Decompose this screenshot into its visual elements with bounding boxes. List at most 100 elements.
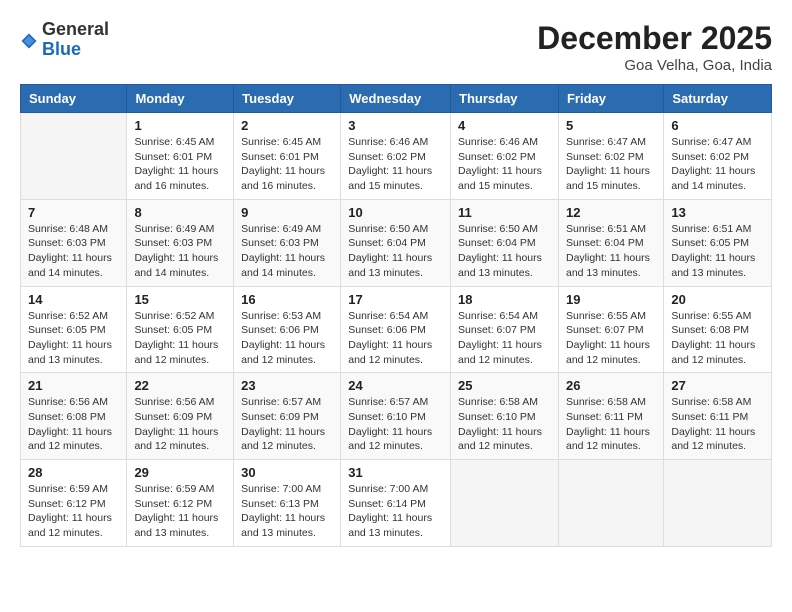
- calendar-cell: 30Sunrise: 7:00 AMSunset: 6:13 PMDayligh…: [234, 460, 341, 547]
- day-number: 4: [458, 118, 551, 133]
- location-subtitle: Goa Velha, Goa, India: [537, 57, 772, 74]
- day-number: 31: [348, 465, 443, 480]
- title-block: December 2025 Goa Velha, Goa, India: [537, 20, 772, 74]
- day-info: Sunrise: 6:54 AMSunset: 6:06 PMDaylight:…: [348, 309, 443, 368]
- day-info: Sunrise: 6:50 AMSunset: 6:04 PMDaylight:…: [458, 222, 551, 281]
- col-saturday: Saturday: [664, 85, 772, 113]
- day-number: 27: [671, 378, 764, 393]
- day-info: Sunrise: 6:58 AMSunset: 6:11 PMDaylight:…: [566, 395, 656, 454]
- calendar-cell: 20 Sunrise: 6:55 AMSunset: 6:08 PMDayligh…: [664, 286, 772, 373]
- calendar-cell: 10 Sunrise: 6:50 AMSunset: 6:04 PMDayligh…: [341, 199, 451, 286]
- day-info: Sunrise: 6:55 AMSunset: 6:08 PMDaylight:…: [671, 309, 764, 368]
- day-number: 6: [671, 118, 764, 133]
- day-info: Sunrise: 6:46 AMSunset: 6:02 PMDaylight:…: [458, 135, 551, 194]
- page-header: General Blue December 2025 Goa Velha, Go…: [20, 20, 772, 74]
- calendar-cell: 18 Sunrise: 6:54 AMSunset: 6:07 PMDayligh…: [451, 286, 559, 373]
- calendar-cell: [558, 460, 663, 547]
- month-title: December 2025: [537, 20, 772, 57]
- calendar-cell: 7 Sunrise: 6:48 AMSunset: 6:03 PMDaylight…: [21, 199, 127, 286]
- day-info: Sunrise: 6:47 AMSunset: 6:02 PMDaylight:…: [566, 135, 656, 194]
- day-number: 28: [28, 465, 119, 480]
- calendar-cell: 1 Sunrise: 6:45 AMSunset: 6:01 PMDaylight…: [127, 113, 234, 200]
- calendar-week-5: 28 Sunrise: 6:59 AMSunset: 6:12 PMDayligh…: [21, 460, 772, 547]
- day-number: 9: [241, 205, 333, 220]
- calendar-cell: 21Sunrise: 6:56 AMSunset: 6:08 PMDayligh…: [21, 373, 127, 460]
- day-info: Sunrise: 6:57 AMSunset: 6:09 PMDaylight:…: [241, 395, 333, 454]
- col-sunday: Sunday: [21, 85, 127, 113]
- day-info: Sunrise: 6:46 AMSunset: 6:02 PMDaylight:…: [348, 135, 443, 194]
- calendar-cell: [664, 460, 772, 547]
- day-number: 25: [458, 378, 551, 393]
- calendar-week-2: 7 Sunrise: 6:48 AMSunset: 6:03 PMDaylight…: [21, 199, 772, 286]
- day-number: 8: [134, 205, 226, 220]
- calendar-cell: 29Sunrise: 6:59 AMSunset: 6:12 PMDayligh…: [127, 460, 234, 547]
- day-info: Sunrise: 6:59 AMSunset: 6:12 PMDaylight:…: [28, 482, 119, 541]
- calendar-table: Sunday Monday Tuesday Wednesday Thursday…: [20, 84, 772, 547]
- day-info: Sunrise: 6:49 AMSunset: 6:03 PMDaylight:…: [134, 222, 226, 281]
- logo-blue-text: Blue: [42, 40, 109, 60]
- calendar-cell: 15Sunrise: 6:52 AMSunset: 6:05 PMDayligh…: [127, 286, 234, 373]
- day-info: Sunrise: 6:55 AMSunset: 6:07 PMDaylight:…: [566, 309, 656, 368]
- calendar-cell: 24Sunrise: 6:57 AMSunset: 6:10 PMDayligh…: [341, 373, 451, 460]
- day-info: Sunrise: 6:53 AMSunset: 6:06 PMDaylight:…: [241, 309, 333, 368]
- day-info: Sunrise: 6:51 AMSunset: 6:05 PMDaylight:…: [671, 222, 764, 281]
- day-info: Sunrise: 6:58 AMSunset: 6:10 PMDaylight:…: [458, 395, 551, 454]
- day-info: Sunrise: 6:54 AMSunset: 6:07 PMDaylight:…: [458, 309, 551, 368]
- day-info: Sunrise: 6:48 AMSunset: 6:03 PMDaylight:…: [28, 222, 119, 281]
- calendar-cell: [21, 113, 127, 200]
- day-number: 10: [348, 205, 443, 220]
- day-number: 3: [348, 118, 443, 133]
- day-number: 7: [28, 205, 119, 220]
- calendar-cell: 13 Sunrise: 6:51 AMSunset: 6:05 PMDayligh…: [664, 199, 772, 286]
- day-number: 21: [28, 378, 119, 393]
- day-info: Sunrise: 6:56 AMSunset: 6:09 PMDaylight:…: [134, 395, 226, 454]
- day-number: 13: [671, 205, 764, 220]
- day-number: 29: [134, 465, 226, 480]
- day-number: 18: [458, 292, 551, 307]
- logo-general-text: General: [42, 20, 109, 40]
- day-info: Sunrise: 6:45 AMSunset: 6:01 PMDaylight:…: [134, 135, 226, 194]
- calendar-week-3: 14Sunrise: 6:52 AMSunset: 6:05 PMDayligh…: [21, 286, 772, 373]
- day-number: 30: [241, 465, 333, 480]
- col-monday: Monday: [127, 85, 234, 113]
- day-number: 17: [348, 292, 443, 307]
- day-number: 20: [671, 292, 764, 307]
- calendar-cell: 8 Sunrise: 6:49 AMSunset: 6:03 PMDaylight…: [127, 199, 234, 286]
- day-number: 26: [566, 378, 656, 393]
- logo: General Blue: [20, 20, 109, 60]
- day-info: Sunrise: 6:50 AMSunset: 6:04 PMDaylight:…: [348, 222, 443, 281]
- calendar-cell: 25 Sunrise: 6:58 AMSunset: 6:10 PMDayligh…: [451, 373, 559, 460]
- calendar-cell: 22 Sunrise: 6:56 AMSunset: 6:09 PMDayligh…: [127, 373, 234, 460]
- col-wednesday: Wednesday: [341, 85, 451, 113]
- day-info: Sunrise: 7:00 AMSunset: 6:14 PMDaylight:…: [348, 482, 443, 541]
- day-info: Sunrise: 6:45 AMSunset: 6:01 PMDaylight:…: [241, 135, 333, 194]
- day-info: Sunrise: 6:47 AMSunset: 6:02 PMDaylight:…: [671, 135, 764, 194]
- calendar-cell: 12 Sunrise: 6:51 AMSunset: 6:04 PMDayligh…: [558, 199, 663, 286]
- calendar-cell: 2Sunrise: 6:45 AMSunset: 6:01 PMDaylight…: [234, 113, 341, 200]
- day-number: 12: [566, 205, 656, 220]
- day-number: 15: [134, 292, 226, 307]
- calendar-cell: 11 Sunrise: 6:50 AMSunset: 6:04 PMDayligh…: [451, 199, 559, 286]
- day-number: 11: [458, 205, 551, 220]
- calendar-cell: 3 Sunrise: 6:46 AMSunset: 6:02 PMDaylight…: [341, 113, 451, 200]
- day-number: 1: [134, 118, 226, 133]
- calendar-cell: 19 Sunrise: 6:55 AMSunset: 6:07 PMDayligh…: [558, 286, 663, 373]
- day-number: 14: [28, 292, 119, 307]
- calendar-cell: 5Sunrise: 6:47 AMSunset: 6:02 PMDaylight…: [558, 113, 663, 200]
- day-info: Sunrise: 6:51 AMSunset: 6:04 PMDaylight:…: [566, 222, 656, 281]
- col-thursday: Thursday: [451, 85, 559, 113]
- calendar-cell: 9 Sunrise: 6:49 AMSunset: 6:03 PMDaylight…: [234, 199, 341, 286]
- calendar-cell: [451, 460, 559, 547]
- col-friday: Friday: [558, 85, 663, 113]
- day-number: 22: [134, 378, 226, 393]
- day-info: Sunrise: 6:49 AMSunset: 6:03 PMDaylight:…: [241, 222, 333, 281]
- calendar-cell: 31 Sunrise: 7:00 AMSunset: 6:14 PMDayligh…: [341, 460, 451, 547]
- calendar-cell: 6 Sunrise: 6:47 AMSunset: 6:02 PMDaylight…: [664, 113, 772, 200]
- day-number: 23: [241, 378, 333, 393]
- day-info: Sunrise: 6:57 AMSunset: 6:10 PMDaylight:…: [348, 395, 443, 454]
- calendar-week-1: 1 Sunrise: 6:45 AMSunset: 6:01 PMDaylight…: [21, 113, 772, 200]
- day-number: 19: [566, 292, 656, 307]
- calendar-cell: 26 Sunrise: 6:58 AMSunset: 6:11 PMDayligh…: [558, 373, 663, 460]
- calendar-header-row: Sunday Monday Tuesday Wednesday Thursday…: [21, 85, 772, 113]
- calendar-cell: 28 Sunrise: 6:59 AMSunset: 6:12 PMDayligh…: [21, 460, 127, 547]
